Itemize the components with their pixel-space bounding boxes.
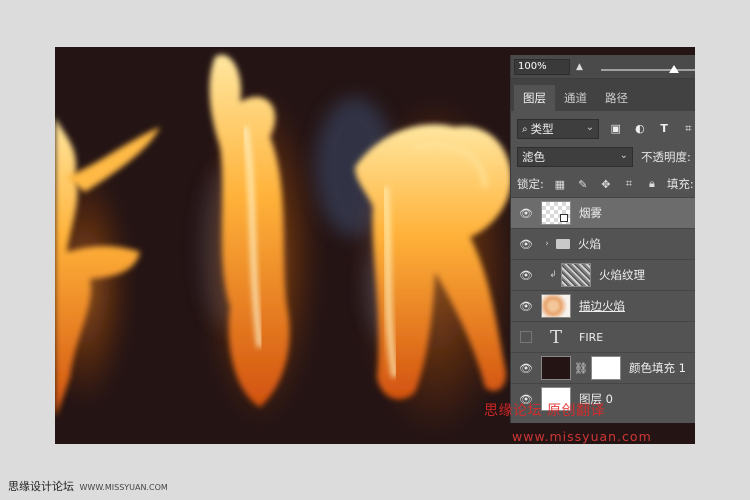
layer-name: FIRE (579, 330, 604, 344)
zoom-bar: 100% ▲ (511, 55, 695, 79)
watermark-overlay: 思缘论坛 原创翻译 (484, 403, 605, 419)
tab-channels[interactable]: 通道 (555, 85, 596, 111)
layer-row-fire-texture[interactable]: 👁︎ ↲ 火焰纹理 (511, 259, 695, 290)
smart-object-badge-icon (560, 214, 568, 222)
type-filter-icon[interactable]: T (657, 122, 672, 136)
tab-paths[interactable]: 路径 (596, 85, 637, 111)
layer-name: 描边火焰 (579, 299, 625, 313)
eye-icon[interactable]: 👁︎ (511, 362, 541, 375)
search-icon: ⌕ (522, 123, 528, 135)
lock-move-icon[interactable]: ✥ (599, 178, 613, 191)
expand-arrow-icon[interactable]: › (541, 239, 553, 249)
layer-thumbnail (561, 263, 591, 287)
filter-row: ⌕ 类型 ⌄ ▣ ◐ T ⌗ (511, 119, 695, 139)
image-filter-icon[interactable]: ▣ (608, 122, 623, 136)
layer-row-text[interactable]: T FIRE (511, 321, 695, 352)
site-name: 思缘设计论坛 (8, 480, 74, 493)
blend-mode-select[interactable]: 滤色 ⌄ (517, 147, 633, 167)
eye-icon[interactable]: 👁︎ (511, 207, 541, 220)
layer-name: 烟雾 (579, 206, 602, 220)
layer-row-smoke[interactable]: 👁︎ 烟雾 (511, 197, 695, 228)
letter-r-flames (355, 97, 515, 437)
layer-thumbnail (541, 356, 571, 380)
layer-thumbnail (541, 294, 571, 318)
layer-name: 火焰 (578, 237, 601, 251)
folder-icon (556, 239, 570, 249)
chevron-down-icon: ⌄ (619, 150, 628, 161)
visibility-toggle-empty[interactable] (520, 331, 532, 343)
watermark-url: www.missyuan.com (512, 429, 652, 444)
filter-kind-label: 类型 (530, 122, 554, 136)
layer-name: 颜色填充 1 (628, 361, 686, 375)
clipping-mask-icon: ↲ (549, 270, 557, 280)
opacity-label: 不透明度: (641, 150, 691, 164)
fill-label: 填充: (666, 177, 694, 191)
link-icon: ⛓︎ (574, 361, 588, 375)
shape-filter-icon[interactable]: ⌗ (681, 122, 695, 136)
layer-row-color-fill[interactable]: 👁︎ ⛓︎ 颜色填充 1 (511, 352, 695, 383)
panel-tabs: 图层 通道 路径 (511, 79, 695, 111)
adjustment-filter-icon[interactable]: ◐ (632, 122, 647, 136)
site-url: WWW.MISSYUAN.COM (79, 483, 168, 492)
blend-mode-label: 滤色 (522, 150, 545, 164)
lock-transparency-icon[interactable]: ▦ (553, 178, 567, 191)
text-layer-icon: T (549, 326, 562, 348)
zoom-slider-thumb[interactable] (669, 65, 679, 73)
layer-mask-thumbnail (590, 356, 621, 380)
site-credit: 思缘设计论坛 WWW.MISSYUAN.COM (8, 478, 168, 494)
eye-icon[interactable]: 👁︎ (511, 300, 541, 313)
layer-thumbnail (541, 201, 571, 225)
eye-icon[interactable]: 👁︎ (511, 269, 541, 282)
lock-paint-icon[interactable]: ✎ (576, 178, 590, 191)
filter-kind-select[interactable]: ⌕ 类型 ⌄ (517, 119, 600, 139)
layer-name: 火焰纹理 (599, 268, 645, 282)
layers-panel: 100% ▲ 图层 通道 路径 ⌕ 类型 ⌄ ▣ ◐ T ⌗ 滤色 ⌄ 不透明度… (510, 55, 695, 423)
lock-all-icon[interactable]: 🔒︎ (645, 177, 659, 191)
tab-layers[interactable]: 图层 (514, 85, 555, 111)
chevron-down-icon: ⌄ (585, 122, 595, 133)
lock-label: 锁定: (517, 177, 544, 191)
eye-icon[interactable]: 👁︎ (511, 238, 541, 251)
lock-artboard-icon[interactable]: ⌗ (622, 177, 636, 191)
zoom-slider-track[interactable] (601, 69, 695, 71)
mountain-small-icon: ▲ (576, 61, 583, 72)
layer-row-stroke-fire[interactable]: 👁︎ 描边火焰 (511, 290, 695, 321)
zoom-input[interactable]: 100% (514, 58, 570, 75)
lock-row: 锁定: ▦ ✎ ✥ ⌗ 🔒︎ 填充: (511, 174, 695, 194)
layer-list: 👁︎ 烟雾 👁︎ › 火焰 👁︎ ↲ 火焰纹理 👁︎ 描边火焰 T FIRE 👁… (511, 197, 695, 414)
blend-row: 滤色 ⌄ 不透明度: (511, 147, 695, 167)
layer-row-fire-group[interactable]: 👁︎ › 火焰 (511, 228, 695, 259)
